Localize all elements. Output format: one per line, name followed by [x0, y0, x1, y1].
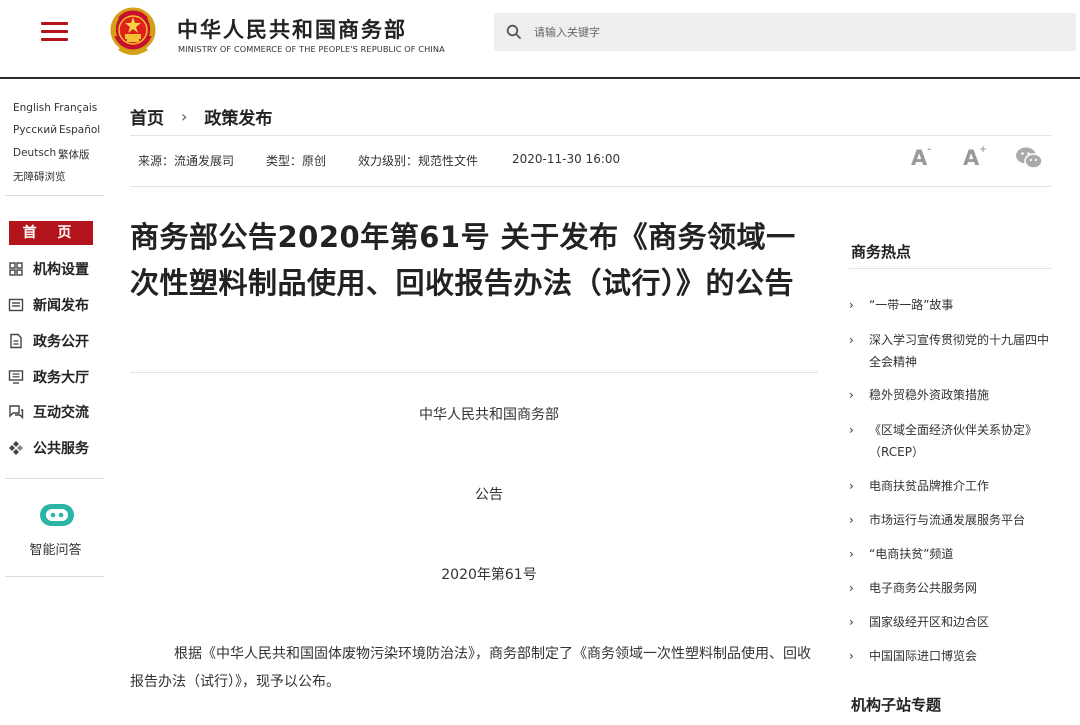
ai-assistant-label: 智能问答 — [29, 543, 82, 558]
hot-topic-item[interactable]: › 电商扶贫品牌推介工作 — [849, 475, 1051, 497]
sidebar-item-label: 机构设置 — [33, 262, 89, 278]
lang-russian-link[interactable]: Русский — [13, 124, 57, 136]
search-icon[interactable] — [506, 24, 522, 40]
article-date: 2020-11-30 16:00 — [512, 152, 621, 166]
news-icon — [8, 298, 24, 312]
lang-german-link[interactable]: Deutsch — [13, 147, 56, 159]
hot-topic-label: 市场运行与流通发展服务平台 — [869, 513, 1026, 527]
chevron-right-icon: › — [849, 479, 854, 493]
hot-topic-item[interactable]: › 电子商务公共服务网 — [849, 577, 1051, 599]
wechat-share-icon[interactable] — [1015, 146, 1043, 170]
font-increase-sign: + — [979, 145, 987, 155]
hot-topics-heading: 商务热点 — [851, 243, 912, 261]
breadcrumb-current[interactable]: 政策发布 — [204, 104, 272, 129]
breadcrumb: 首页 › 政策发布 — [130, 104, 272, 129]
sidebar-item-news[interactable]: 新闻发布 — [8, 294, 89, 316]
chevron-right-icon: › — [849, 333, 854, 347]
chevron-right-icon: › — [849, 423, 854, 437]
article-title: 商务部公告2020年第61号 关于发布《商务领域一次性塑料制品使用、回收报告办法… — [130, 220, 796, 300]
sidebar-item-label: 新闻发布 — [33, 298, 89, 314]
font-decrease-button[interactable]: A- — [911, 145, 932, 170]
lang-spanish-link[interactable]: Español — [59, 124, 100, 136]
article-issuer: 中华人民共和国商务部 — [419, 407, 559, 423]
hot-topic-label: 电子商务公共服务网 — [869, 581, 978, 595]
hot-topic-label: 国家级经开区和边合区 — [869, 615, 990, 629]
sub-sites-heading: 机构子站专题 — [851, 696, 942, 714]
sidebar-item-label: 政务公开 — [33, 334, 89, 350]
sidebar-item-interaction[interactable]: 互动交流 — [8, 401, 89, 423]
site-title-cn[interactable]: 中华人民共和国商务部 — [177, 14, 407, 44]
hot-topic-item[interactable]: › 市场运行与流通发展服务平台 — [849, 509, 1051, 531]
chevron-right-icon: › — [849, 513, 854, 527]
lang-english-link[interactable]: English — [13, 102, 51, 114]
sidebar-divider — [5, 478, 104, 479]
service-icon — [9, 441, 23, 455]
hot-topic-item[interactable]: › “电商扶贫”频道 — [849, 543, 1051, 565]
article-source: 来源：流通发展司 — [138, 154, 235, 168]
hot-topic-label: 中国国际进口博览会 — [869, 649, 978, 663]
site-title-en[interactable]: MINISTRY OF COMMERCE OF THE PEOPLE'S REP… — [178, 44, 445, 54]
language-links: English Français Русский Español Deutsch… — [5, 96, 104, 196]
menu-icon[interactable] — [41, 22, 68, 44]
sidebar-item-gov-hall[interactable]: 政务大厅 — [8, 366, 89, 388]
chevron-right-icon: › — [849, 581, 854, 595]
divider — [130, 135, 1051, 136]
sidebar-divider — [5, 576, 104, 577]
monitor-icon — [8, 370, 24, 384]
hot-topic-item[interactable]: › 深入学习宣传贯彻党的十九届四中全会精神 — [849, 329, 1051, 373]
sidebar-item-label: 公共服务 — [33, 441, 89, 457]
document-icon — [10, 333, 22, 349]
site-header: 中华人民共和国商务部 MINISTRY OF COMMERCE OF THE P… — [0, 0, 1080, 79]
chevron-right-icon: › — [849, 547, 854, 561]
hot-topic-item[interactable]: › 《区域全面经济伙伴关系协定》（RCEP） — [849, 419, 1051, 463]
sidebar-item-label: 互动交流 — [33, 405, 89, 421]
chevron-right-icon: › — [849, 388, 854, 402]
article-level: 效力级别：规范性文件 — [358, 154, 479, 168]
article-doc-type: 公告 — [475, 487, 503, 503]
font-increase-label: A — [963, 146, 980, 170]
national-emblem-icon[interactable] — [108, 6, 158, 60]
hot-topic-item[interactable]: › 稳外贸稳外资政策措施 — [849, 384, 1051, 406]
accessibility-link[interactable]: 无障碍浏览 — [13, 169, 66, 184]
lang-french-link[interactable]: Français — [54, 102, 97, 114]
hot-topic-item[interactable]: › “一带一路”故事 — [849, 294, 1051, 316]
article-doc-number: 2020年第61号 — [441, 567, 537, 583]
sidebar-item-organization[interactable]: 机构设置 — [8, 258, 89, 280]
lang-traditional-chinese-link[interactable]: 繁体版 — [58, 147, 90, 162]
search-box[interactable] — [494, 13, 1076, 51]
hot-topic-label: “一带一路”故事 — [869, 298, 954, 312]
hot-topic-item[interactable]: › 中国国际进口博览会 — [849, 645, 1051, 667]
article-type: 类型：原创 — [266, 154, 327, 168]
font-increase-button[interactable]: A+ — [963, 145, 987, 170]
divider — [130, 186, 1051, 187]
sidebar-item-gov-affairs[interactable]: 政务公开 — [8, 330, 89, 352]
robot-chat-icon — [40, 504, 74, 526]
hot-topic-label: “电商扶贫”频道 — [869, 547, 954, 561]
sidebar-item-home[interactable]: 首 页 — [9, 221, 93, 245]
sidebar-item-label: 政务大厅 — [33, 370, 89, 386]
hot-topic-label: 电商扶贫品牌推介工作 — [869, 479, 990, 493]
chevron-right-icon: › — [849, 298, 854, 312]
breadcrumb-separator: › — [181, 106, 188, 126]
chevron-right-icon: › — [849, 615, 854, 629]
article-paragraph: 根据《中华人民共和国固体废物污染环境防治法》，商务部制定了《商务领域一次性塑料制… — [130, 646, 811, 690]
font-decrease-sign: - — [927, 145, 932, 155]
divider — [130, 372, 818, 373]
sidebar-item-public-service[interactable]: 公共服务 — [8, 437, 89, 459]
chevron-right-icon: › — [849, 649, 854, 663]
hot-topic-label: 《区域全面经济伙伴关系协定》（RCEP） — [869, 423, 1038, 459]
ai-assistant-button[interactable]: 智能问答 — [5, 480, 104, 576]
grid-icon — [9, 262, 23, 276]
hot-topic-item[interactable]: › 国家级经开区和边合区 — [849, 611, 1051, 633]
divider — [849, 268, 1051, 269]
hot-topic-label: 深入学习宣传贯彻党的十九届四中全会精神 — [869, 333, 1050, 369]
font-decrease-label: A — [911, 146, 928, 170]
hot-topic-label: 稳外贸稳外资政策措施 — [869, 388, 990, 402]
breadcrumb-home[interactable]: 首页 — [130, 104, 164, 129]
chat-icon — [9, 405, 24, 420]
search-input[interactable] — [534, 13, 1064, 51]
